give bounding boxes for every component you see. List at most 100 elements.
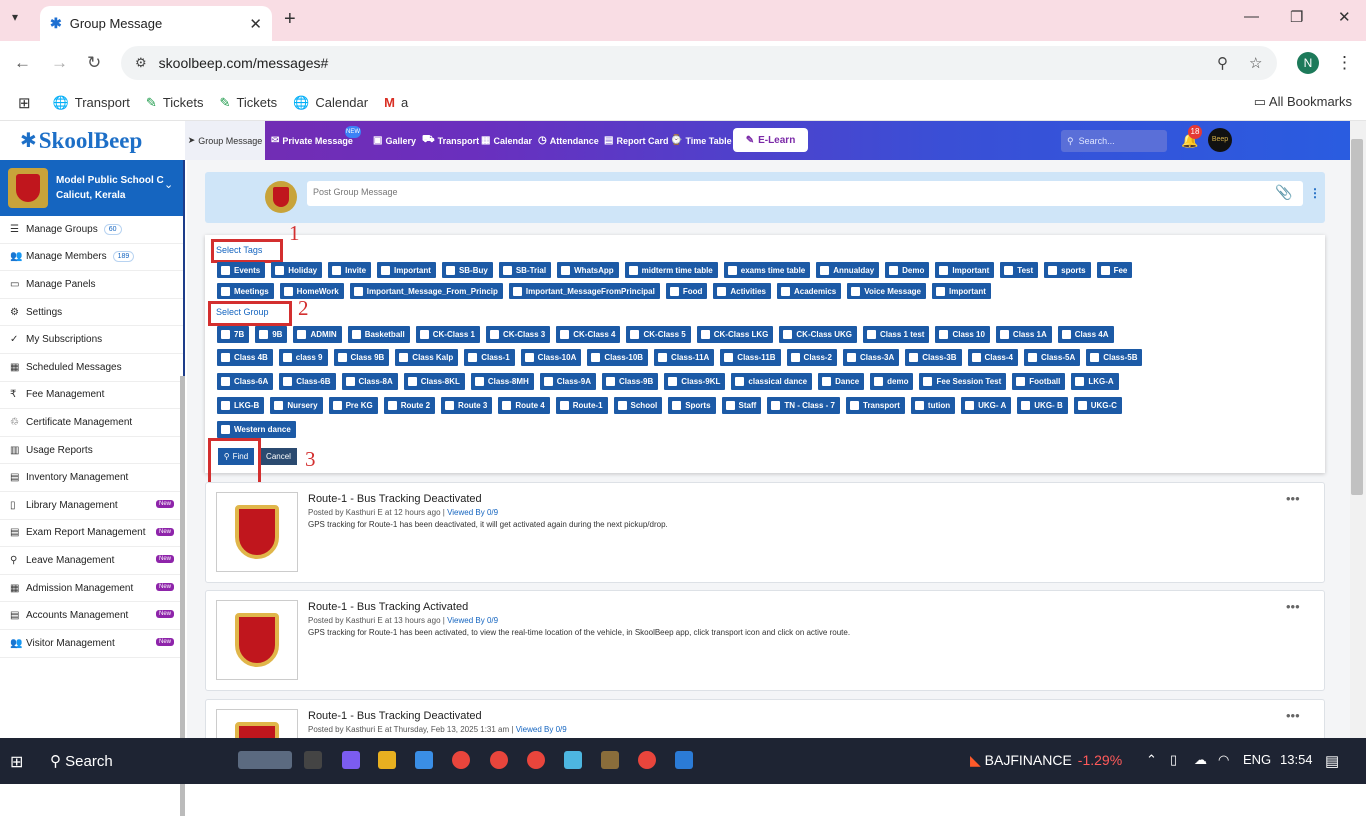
checkbox[interactable]	[591, 353, 601, 362]
checkbox[interactable]	[543, 377, 553, 386]
viewed-by-link[interactable]: Viewed By 0/9	[516, 725, 567, 734]
group-chip[interactable]: Class-6B	[279, 373, 336, 390]
nav-time-table[interactable]: ⌚ Time Table	[670, 121, 732, 160]
checkbox[interactable]	[617, 401, 627, 410]
checkbox[interactable]	[297, 330, 307, 339]
message-menu-icon[interactable]: •••	[1286, 708, 1300, 723]
tag-chip[interactable]: Meetings	[217, 283, 274, 299]
notepad-icon[interactable]	[564, 751, 582, 769]
tray-phone-icon[interactable]: ▯	[1170, 752, 1177, 768]
tag-chip[interactable]: WhatsApp	[557, 262, 619, 278]
checkbox[interactable]	[923, 377, 933, 386]
checkbox[interactable]	[489, 330, 499, 339]
group-chip[interactable]: Class-9KL	[664, 373, 726, 390]
checkbox[interactable]	[783, 330, 793, 339]
skoolbeep-logo[interactable]: ✱ SkoolBeep	[0, 121, 185, 160]
checkbox[interactable]	[668, 377, 678, 386]
reload-icon[interactable]: ↻	[87, 53, 101, 73]
checkbox[interactable]	[468, 353, 478, 362]
apps-grid-icon[interactable]: ⊞	[18, 94, 31, 112]
checkbox[interactable]	[407, 377, 417, 386]
checkbox[interactable]	[221, 353, 230, 362]
group-chip[interactable]: 7B	[217, 326, 250, 343]
group-chip[interactable]: Nursery	[270, 397, 323, 414]
checkbox[interactable]	[850, 401, 859, 410]
minimize-icon[interactable]: —	[1244, 8, 1259, 25]
tag-chip[interactable]: Important	[935, 262, 995, 278]
checkbox[interactable]	[332, 401, 342, 410]
message-card[interactable]: Route-1 - Bus Tracking Deactivated Poste…	[205, 482, 1325, 583]
tag-chip[interactable]: Important_MessageFromPrincipal	[508, 283, 660, 299]
tag-chip[interactable]: midterm time table	[624, 262, 718, 278]
group-chip[interactable]: Class-10B	[587, 349, 649, 366]
sidebar-item-my-subscriptions[interactable]: ✓ My Subscriptions	[0, 326, 183, 354]
cancel-button[interactable]: Cancel	[260, 448, 297, 465]
group-chip[interactable]: Class-3A	[843, 349, 900, 366]
group-chip[interactable]: Route 4	[498, 397, 550, 414]
nav-report-card[interactable]: ▤ Report Card	[604, 121, 668, 160]
viewed-by-link[interactable]: Viewed By 0/9	[447, 508, 498, 517]
group-chip[interactable]: Class 4B	[217, 349, 273, 366]
tag-chip[interactable]: SB-Buy	[441, 262, 493, 278]
checkbox[interactable]	[889, 265, 899, 275]
checkbox[interactable]	[851, 286, 861, 296]
store-icon[interactable]	[415, 751, 433, 769]
group-chip[interactable]: Transport	[846, 397, 905, 414]
viewed-by-link[interactable]: Viewed By 0/9	[447, 616, 498, 625]
forward-icon[interactable]: →	[51, 53, 68, 73]
checkbox[interactable]	[221, 425, 230, 434]
close-tab-icon[interactable]: ✕	[249, 15, 262, 33]
sidebar-item-library-management[interactable]: ▯ Library Management New	[0, 492, 183, 520]
tag-chip[interactable]: Academics	[776, 283, 842, 299]
checkbox[interactable]	[1027, 353, 1037, 362]
copilot-icon[interactable]	[342, 751, 360, 769]
tag-chip[interactable]: Important	[932, 283, 991, 299]
group-chip[interactable]: CK-Class 3	[485, 326, 551, 343]
group-chip[interactable]: Class-11B	[720, 349, 781, 366]
all-bookmarks[interactable]: ▭ All Bookmarks	[1254, 94, 1352, 110]
checkbox[interactable]	[474, 377, 484, 386]
group-chip[interactable]: CK-Class UKG	[779, 326, 857, 343]
checkbox[interactable]	[658, 353, 668, 362]
checkbox[interactable]	[337, 353, 347, 362]
checkbox[interactable]	[275, 265, 285, 275]
checkbox[interactable]	[387, 401, 397, 410]
group-chip[interactable]: Staff	[721, 397, 762, 414]
group-chip[interactable]: Western dance	[217, 421, 296, 438]
checkbox[interactable]	[1090, 353, 1100, 362]
checkbox[interactable]	[936, 286, 945, 296]
checkbox[interactable]	[502, 265, 512, 275]
photos-icon[interactable]	[675, 751, 693, 769]
sidebar-item-admission-management[interactable]: ▦ Admission Management New	[0, 575, 183, 603]
sidebar-item-leave-management[interactable]: ⚲ Leave Management New	[0, 547, 183, 575]
group-chip[interactable]: Class-10A	[520, 349, 582, 366]
group-chip[interactable]: Class-1	[464, 349, 515, 366]
group-chip[interactable]: Class-5A	[1023, 349, 1081, 366]
message-card[interactable]: Route-1 - Bus Tracking Activated Posted …	[205, 590, 1325, 691]
app-search-input[interactable]: ⚲ Search...	[1061, 130, 1167, 152]
tag-chip[interactable]: Voice Message	[847, 283, 926, 299]
message-title[interactable]: Route-1 - Bus Tracking Activated	[308, 601, 468, 613]
checkbox[interactable]	[914, 401, 924, 410]
message-menu-icon[interactable]: •••	[1286, 599, 1300, 614]
group-chip[interactable]: Class 9B	[333, 349, 390, 366]
tag-chip[interactable]: Fee	[1096, 262, 1133, 278]
checkbox[interactable]	[221, 401, 230, 410]
group-chip[interactable]: classical dance	[731, 373, 813, 390]
tag-chip[interactable]: Holiday	[271, 262, 323, 278]
birds-widget-icon[interactable]	[238, 751, 292, 769]
chrome-icon[interactable]	[638, 751, 656, 769]
group-chip[interactable]: demo	[870, 373, 914, 390]
bookmark-gmail[interactable]: Ma	[384, 95, 408, 110]
checkbox[interactable]	[735, 377, 745, 386]
paint-icon[interactable]	[601, 751, 619, 769]
checkbox[interactable]	[512, 286, 522, 296]
sidebar-item-manage-members[interactable]: 👥 Manage Members 189	[0, 244, 183, 272]
chrome-active-icon[interactable]	[490, 751, 508, 769]
group-chip[interactable]: UKG-C	[1073, 397, 1122, 414]
group-chip[interactable]: class 9	[278, 349, 328, 366]
group-chip[interactable]: Class Kalp	[395, 349, 459, 366]
checkbox[interactable]	[1077, 401, 1087, 410]
elearn-button[interactable]: ✎ E-Learn	[733, 128, 808, 152]
zoom-icon[interactable]: ⚲	[1217, 54, 1228, 72]
